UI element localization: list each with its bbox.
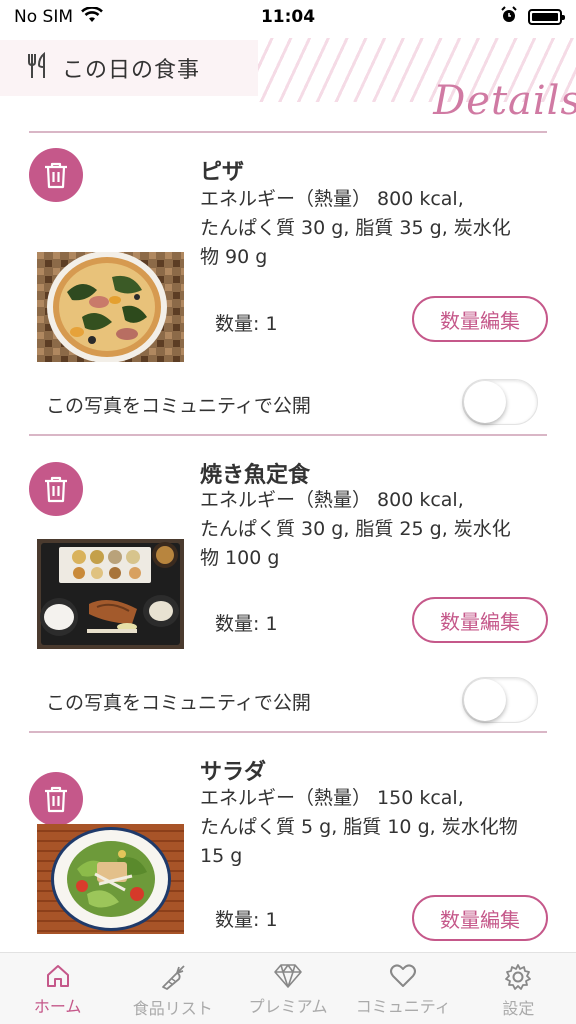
edit-quantity-button[interactable]: 数量編集 [412, 597, 548, 643]
divider [29, 434, 547, 436]
food-name: 焼き魚定食 [200, 463, 311, 488]
status-left: No SIM [14, 5, 214, 28]
trash-icon [45, 786, 67, 813]
tab-bar: ホーム 食品リスト プレミアム コミュニティ 設定 [0, 952, 576, 1024]
tab-community[interactable]: コミュニティ [346, 953, 461, 1024]
nutrition-line: 物 90 g [200, 246, 268, 268]
alarm-icon [500, 5, 518, 29]
gear-icon [505, 964, 532, 990]
carrot-icon [161, 965, 185, 990]
wifi-icon [81, 5, 103, 28]
edit-quantity-button[interactable]: 数量編集 [412, 895, 548, 941]
salad-photo [37, 824, 184, 934]
food-name: ピザ [200, 160, 245, 185]
divider [29, 731, 547, 733]
nutrition-line: たんぱく質 30 g, 脂質 35 g, 炭水化 [200, 217, 511, 239]
battery-icon [528, 9, 565, 25]
nutrition-line: 物 100 g [200, 547, 280, 569]
trash-icon [45, 476, 67, 503]
tab-home[interactable]: ホーム [0, 953, 115, 1024]
tab-food-list[interactable]: 食品リスト [115, 953, 230, 1024]
nutrition-line: エネルギー（熱量） 800 kcal, [200, 489, 464, 511]
status-time: 11:04 [260, 7, 316, 27]
home-icon [46, 965, 69, 987]
edit-quantity-button[interactable]: 数量編集 [412, 296, 548, 342]
tab-label: ホーム [33, 997, 82, 1016]
status-right [362, 5, 565, 29]
food-nutrition: エネルギー（熱量） 150 kcal, たんぱく質 5 g, 脂質 10 g, … [200, 784, 550, 871]
nutrition-line: エネルギー（熱量） 800 kcal, [200, 188, 464, 210]
share-toggle[interactable] [462, 677, 538, 723]
toggle-knob [464, 679, 506, 721]
tab-label: プレミアム [248, 997, 328, 1016]
carrier-label: No SIM [14, 7, 73, 27]
tab-premium[interactable]: プレミアム [230, 953, 345, 1024]
tab-label: 食品リスト [132, 999, 213, 1018]
pizza-photo [37, 252, 184, 362]
tab-label: 設定 [502, 999, 535, 1018]
diamond-icon [274, 964, 302, 988]
nutrition-line: エネルギー（熱量） 150 kcal, [200, 787, 464, 809]
delete-button[interactable] [29, 148, 83, 202]
delete-button[interactable] [29, 462, 83, 516]
heart-icon [390, 964, 417, 987]
quantity-label: 数量: 1 [215, 313, 278, 335]
grilled-fish-set-photo [37, 539, 184, 649]
tab-label: コミュニティ [355, 997, 451, 1016]
toggle-knob [464, 381, 506, 423]
page-title: この日の食事 [62, 58, 201, 83]
food-nutrition: エネルギー（熱量） 800 kcal, たんぱく質 30 g, 脂質 35 g,… [200, 185, 550, 272]
status-bar: No SIM 11:04 [0, 0, 576, 34]
share-toggle[interactable] [462, 379, 538, 425]
page-header: この日の食事 Details [0, 38, 576, 124]
nutrition-line: たんぱく質 5 g, 脂質 10 g, 炭水化物 [200, 816, 518, 838]
quantity-label: 数量: 1 [215, 909, 278, 931]
details-watermark: Details [433, 78, 576, 124]
header-tab: この日の食事 [0, 40, 258, 96]
food-nutrition: エネルギー（熱量） 800 kcal, たんぱく質 30 g, 脂質 25 g,… [200, 486, 550, 573]
tab-settings[interactable]: 設定 [461, 953, 576, 1024]
delete-button[interactable] [29, 772, 83, 826]
share-label: この写真をコミュニティで公開 [46, 395, 311, 417]
nutrition-line: たんぱく質 30 g, 脂質 25 g, 炭水化 [200, 518, 511, 540]
food-name: サラダ [200, 760, 267, 785]
trash-icon [45, 162, 67, 189]
fork-knife-icon [26, 51, 50, 84]
divider [29, 131, 547, 133]
share-label: この写真をコミュニティで公開 [46, 692, 311, 714]
nutrition-line: 15 g [200, 845, 243, 867]
quantity-label: 数量: 1 [215, 613, 278, 635]
